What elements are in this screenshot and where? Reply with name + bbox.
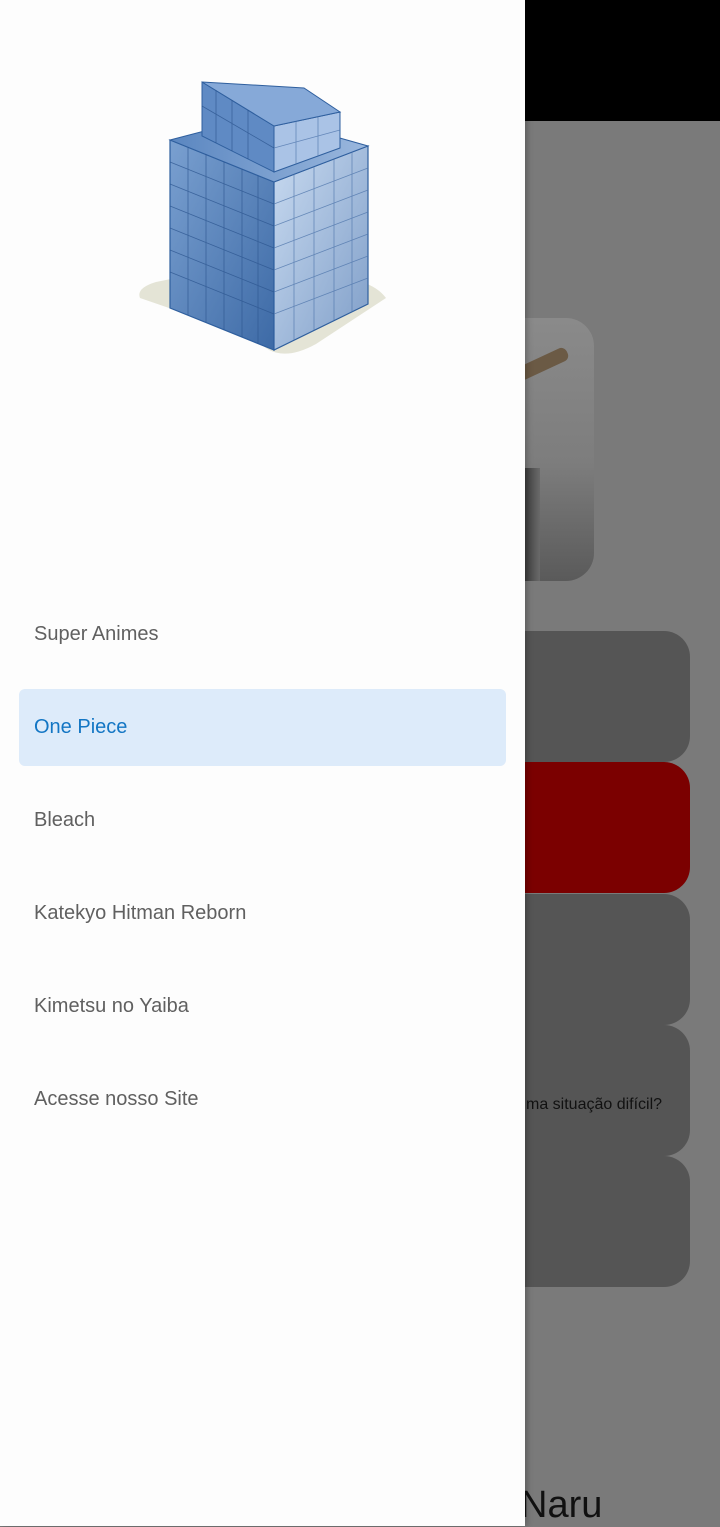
card-text: ma situação difícil?: [526, 1096, 663, 1113]
navigation-drawer: Super Animes One Piece Bleach Katekyo Hi…: [0, 0, 525, 1526]
drawer-item-one-piece[interactable]: One Piece: [19, 689, 506, 766]
drawer-menu: Super Animes One Piece Bleach Katekyo Hi…: [0, 596, 525, 1154]
drawer-item-kimetsu-no-yaiba[interactable]: Kimetsu no Yaiba: [19, 968, 506, 1045]
office-building-icon: [136, 76, 392, 366]
drawer-item-katekyo-hitman-reborn[interactable]: Katekyo Hitman Reborn: [19, 875, 506, 952]
drawer-item-super-animes[interactable]: Super Animes: [19, 596, 506, 673]
page-title-fragment: Naru: [520, 1484, 603, 1526]
drawer-item-website-link[interactable]: Acesse nosso Site: [19, 1061, 506, 1138]
drawer-item-bleach[interactable]: Bleach: [19, 782, 506, 859]
